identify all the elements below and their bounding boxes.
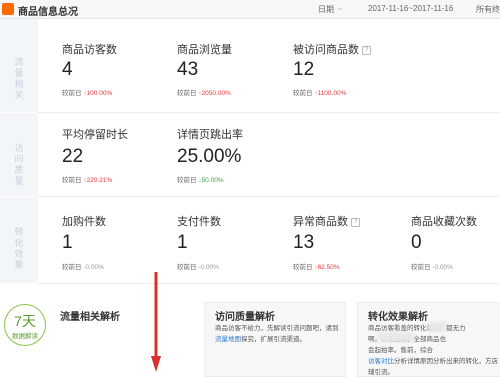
help-icon[interactable]: ? — [351, 217, 360, 227]
divider — [38, 196, 500, 197]
section-label-quality: 访问质量 — [14, 143, 24, 186]
metric-value-bounce-rate: 25.00% — [177, 146, 242, 167]
metric-value-visited-items: 12 — [293, 59, 315, 80]
metric-compare-favorites: 较前日 -0.00% — [411, 264, 453, 271]
quality-analysis-title: 访问质量解析 — [215, 312, 275, 323]
redacted-region — [378, 332, 414, 342]
metric-label-visitors: 商品访客数 — [62, 44, 117, 56]
section-label-traffic: 流量相关 — [14, 57, 24, 100]
metric-label-pageviews: 商品浏览量 — [177, 44, 232, 56]
metric-compare-bounce-rate: 较前日 ↓50.00% — [177, 177, 224, 184]
metric-compare-abnormal-items: 较前日 ↑62.50% — [293, 264, 340, 271]
terminal-select[interactable]: 所有终端 — [476, 4, 500, 15]
section-conversion: 转化效果 — [0, 197, 38, 283]
metric-label-visited-items: 被访问商品数? — [293, 41, 371, 57]
metric-compare-pageviews: 较前日 ↑2050.00% — [177, 90, 231, 97]
metric-compare-avg-stay: 较前日 ↑220.21% — [62, 177, 113, 184]
redacted-region — [428, 322, 446, 332]
help-icon[interactable]: ? — [362, 45, 371, 55]
divider — [38, 283, 500, 284]
metric-value-visitors: 4 — [62, 59, 73, 80]
metric-label-paid-items: 支付件数 — [177, 216, 221, 228]
conversion-analysis-title: 转化效果解析 — [368, 312, 428, 323]
date-label: 日期 — [318, 5, 334, 14]
metric-value-cart-adds: 1 — [62, 232, 73, 253]
traffic-analysis-title: 流量相关解析 — [60, 312, 120, 323]
top-bar: 商品信息总况 日期 ⌄ 2017-11-16~2017-11-16 所有终端 — [0, 0, 500, 19]
metric-compare-visited-items: 较前日 ↑1100.00% — [293, 90, 347, 97]
metric-compare-paid-items: 较前日 -0.00% — [177, 264, 219, 271]
metric-label-bounce-rate: 详情页跳出率 — [177, 129, 243, 141]
metric-value-favorites: 0 — [411, 232, 422, 253]
metric-value-pageviews: 43 — [177, 59, 199, 80]
metric-value-avg-stay: 22 — [62, 146, 84, 167]
logo-icon — [2, 3, 14, 15]
date-range-picker[interactable]: 2017-11-16~2017-11-16 — [368, 4, 453, 13]
metric-label-abnormal-items: 异常商品数? — [293, 213, 360, 229]
chevron-down-icon[interactable]: ⌄ — [336, 2, 344, 13]
metric-compare-visitors: 较前日 ↑100.00% — [62, 90, 113, 97]
metric-label-avg-stay: 平均停留时长 — [62, 129, 128, 141]
section-quality: 访问质量 — [0, 113, 38, 196]
visitor-compare-link[interactable]: 访客对比 — [368, 358, 394, 365]
section-label-conversion: 转化效果 — [14, 227, 24, 270]
data-interpretation-badge[interactable]: 7天 数据解读 — [4, 304, 46, 346]
quality-analysis-text: 商品访客不给力，先解读引流问题吧，请到流量地图探究，扩展引流渠道。 — [215, 325, 339, 343]
badge-days: 7天 — [14, 313, 36, 329]
metric-compare-cart-adds: 较前日 -0.00% — [62, 264, 104, 271]
divider — [38, 112, 500, 113]
metric-value-paid-items: 1 — [177, 232, 188, 253]
metric-label-favorites: 商品收藏次数 — [411, 216, 477, 228]
annotation-arrow-icon — [151, 272, 161, 372]
badge-text: 数据解读 — [12, 333, 38, 340]
section-traffic: 流量相关 — [0, 19, 38, 112]
metric-label-cart-adds: 加购件数 — [62, 216, 106, 228]
traffic-map-link[interactable]: 流量地图 — [215, 336, 241, 343]
metric-value-abnormal-items: 13 — [293, 232, 315, 253]
page-title: 商品信息总况 — [18, 7, 78, 18]
